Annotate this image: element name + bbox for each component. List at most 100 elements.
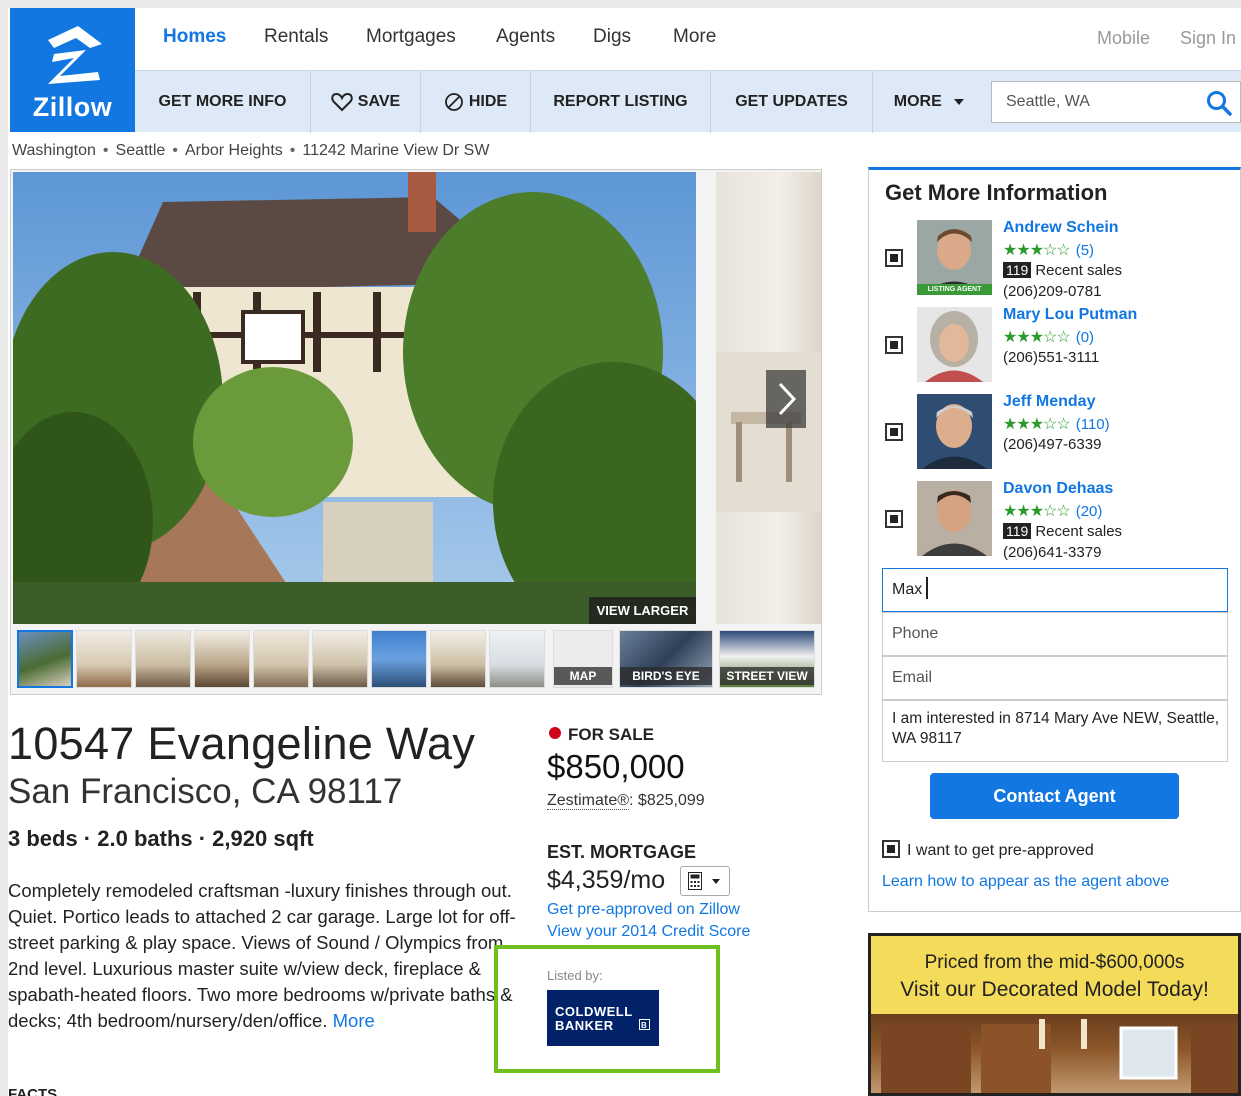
agent-checkbox[interactable] xyxy=(885,336,903,354)
email-field[interactable]: Email xyxy=(882,656,1228,700)
zillow-z-icon xyxy=(48,26,102,84)
view-larger-button[interactable]: VIEW LARGER xyxy=(589,597,696,624)
star-rating-icon: ★★★☆☆ xyxy=(1003,416,1071,433)
agent-recent-sales: 119 Recent sales xyxy=(1003,523,1122,540)
main-listing-photo[interactable] xyxy=(13,172,696,624)
thumbnail-2[interactable] xyxy=(76,630,132,688)
agent-name[interactable]: Mary Lou Putman xyxy=(1003,306,1137,324)
ad-kitchen-image xyxy=(871,1014,1238,1093)
nav-mortgages[interactable]: Mortgages xyxy=(366,26,456,48)
nav-rentals[interactable]: Rentals xyxy=(264,26,328,48)
mobile-link[interactable]: Mobile xyxy=(1097,28,1150,49)
review-count[interactable]: (110) xyxy=(1076,416,1110,433)
sales-label: Recent sales xyxy=(1035,262,1123,279)
agent-recent-sales: 119 Recent sales xyxy=(1003,262,1122,279)
get-updates-button[interactable]: GET UPDATES xyxy=(711,71,873,133)
search-icon[interactable] xyxy=(1206,90,1232,116)
facts-heading: FACTS xyxy=(8,1086,58,1096)
hide-icon xyxy=(444,92,463,111)
agent-checkbox[interactable] xyxy=(885,249,903,267)
save-button[interactable]: SAVE xyxy=(311,71,421,133)
description-text: Completely remodeled craftsman -luxury f… xyxy=(8,880,516,1031)
coldwell-banker-logo[interactable]: COLDWELL BANKER B xyxy=(547,990,659,1046)
more-dropdown[interactable]: MORE xyxy=(873,71,985,133)
top-navigation: Homes Rentals Mortgages Agents Digs More… xyxy=(135,8,1241,70)
thumbnail-9[interactable] xyxy=(489,630,545,688)
street-view-thumbnail[interactable]: STREET VIEW xyxy=(719,630,815,688)
hide-button[interactable]: HIDE xyxy=(421,71,531,133)
breadcrumb-city[interactable]: Seattle xyxy=(116,142,166,159)
sales-label: Recent sales xyxy=(1035,523,1123,540)
calculator-icon xyxy=(688,872,702,890)
credit-score-link[interactable]: View your 2014 Credit Score xyxy=(547,923,750,941)
message-field[interactable]: I am interested in 8714 Mary Ave NEW, Se… xyxy=(882,700,1228,762)
breadcrumb: Washington • Seattle • Arbor Heights • 11242 M… xyxy=(12,142,489,160)
breadcrumb-state[interactable]: Washington xyxy=(12,142,96,159)
get-more-info-button[interactable]: GET MORE INFO xyxy=(135,71,311,133)
preapproved-checkbox[interactable] xyxy=(882,840,900,858)
window-edge-left xyxy=(0,0,8,1096)
birds-eye-thumbnail[interactable]: BIRD'S EYE xyxy=(619,630,713,688)
map-thumbnail[interactable]: MAP xyxy=(553,630,613,688)
breadcrumb-address[interactable]: 11242 Marine View Dr SW xyxy=(302,142,489,159)
name-field-value: Max xyxy=(892,581,923,598)
advertisement-banner[interactable]: Priced from the mid-$600,000s Visit our … xyxy=(868,933,1241,1096)
listing-toolbar: GET MORE INFO SAVE HIDE REPORT LISTING G… xyxy=(135,70,1241,133)
zestimate: Zestimate®: $825,099 xyxy=(547,792,705,810)
broker-logo-line2: BANKER xyxy=(555,1018,614,1033)
nav-digs[interactable]: Digs xyxy=(593,26,631,48)
nav-agents[interactable]: Agents xyxy=(496,26,555,48)
street-view-label: STREET VIEW xyxy=(720,667,814,685)
ad-line-1: Priced from the mid-$600,000s xyxy=(924,952,1185,973)
agent-card: Davon Dehaas ★★★☆☆ (20) 119 Recent sales (… xyxy=(869,480,1241,566)
beds-baths-sqft: 3 beds · 2.0 baths · 2,920 sqft xyxy=(8,826,314,851)
thumbnail-1[interactable] xyxy=(17,630,73,688)
agent-name[interactable]: Davon Dehaas xyxy=(1003,480,1113,498)
zestimate-label[interactable]: Zestimate® xyxy=(547,792,630,810)
learn-agent-link[interactable]: Learn how to appear as the agent above xyxy=(882,873,1169,891)
zillow-wordmark: Zillow xyxy=(32,92,113,122)
thumbnail-7[interactable] xyxy=(371,630,427,688)
zillow-logo[interactable]: Zillow xyxy=(10,8,135,132)
sales-count-badge: 119 xyxy=(1003,523,1032,539)
nav-more[interactable]: More xyxy=(673,26,716,48)
review-count[interactable]: (5) xyxy=(1076,242,1094,259)
agent-photo[interactable] xyxy=(917,481,992,556)
thumbnail-8[interactable] xyxy=(430,630,486,688)
phone-field[interactable]: Phone xyxy=(882,612,1228,656)
location-search-input[interactable] xyxy=(992,82,1192,122)
thumbnail-5[interactable] xyxy=(253,630,309,688)
caret-down-icon xyxy=(712,879,720,884)
contact-agent-panel: Get More Information LISTING AGENT Andre… xyxy=(868,167,1241,912)
preapproved-option[interactable]: I want to get pre-approved xyxy=(882,840,1094,860)
next-photo-button[interactable] xyxy=(766,370,806,428)
review-count[interactable]: (20) xyxy=(1076,503,1103,520)
breadcrumb-neighborhood[interactable]: Arbor Heights xyxy=(185,142,283,159)
sign-in-link[interactable]: Sign In xyxy=(1180,28,1236,49)
description-more-link[interactable]: More xyxy=(333,1010,375,1031)
agent-card: Mary Lou Putman ★★★☆☆ (0) (206)551-3111 xyxy=(869,306,1241,392)
report-listing-button[interactable]: REPORT LISTING xyxy=(531,71,711,133)
est-mortgage-heading: EST. MORTGAGE xyxy=(547,842,697,862)
agent-name[interactable]: Andrew Schein xyxy=(1003,219,1119,237)
agent-phone: (206)209-0781 xyxy=(1003,283,1102,300)
name-field[interactable]: Max xyxy=(882,568,1228,612)
agent-photo[interactable] xyxy=(917,307,992,382)
thumbnail-4[interactable] xyxy=(194,630,250,688)
get-preapproved-link[interactable]: Get pre-approved on Zillow xyxy=(547,901,740,919)
agent-checkbox[interactable] xyxy=(885,423,903,441)
agent-photo[interactable]: LISTING AGENT xyxy=(917,220,992,295)
mortgage-calculator-button[interactable] xyxy=(680,866,730,896)
agent-rating: ★★★☆☆ (20) xyxy=(1003,501,1102,521)
review-count[interactable]: (0) xyxy=(1076,329,1094,346)
nav-homes[interactable]: Homes xyxy=(163,26,226,48)
agent-photo[interactable] xyxy=(917,394,992,469)
ad-line-2: Visit our Decorated Model Today! xyxy=(900,978,1209,1001)
listing-status: FOR SALE xyxy=(549,725,654,745)
thumbnail-6[interactable] xyxy=(312,630,368,688)
contact-agent-button[interactable]: Contact Agent xyxy=(930,773,1179,819)
thumbnail-3[interactable] xyxy=(135,630,191,688)
agent-checkbox[interactable] xyxy=(885,510,903,528)
agent-name[interactable]: Jeff Menday xyxy=(1003,393,1095,411)
map-label: MAP xyxy=(554,667,612,685)
